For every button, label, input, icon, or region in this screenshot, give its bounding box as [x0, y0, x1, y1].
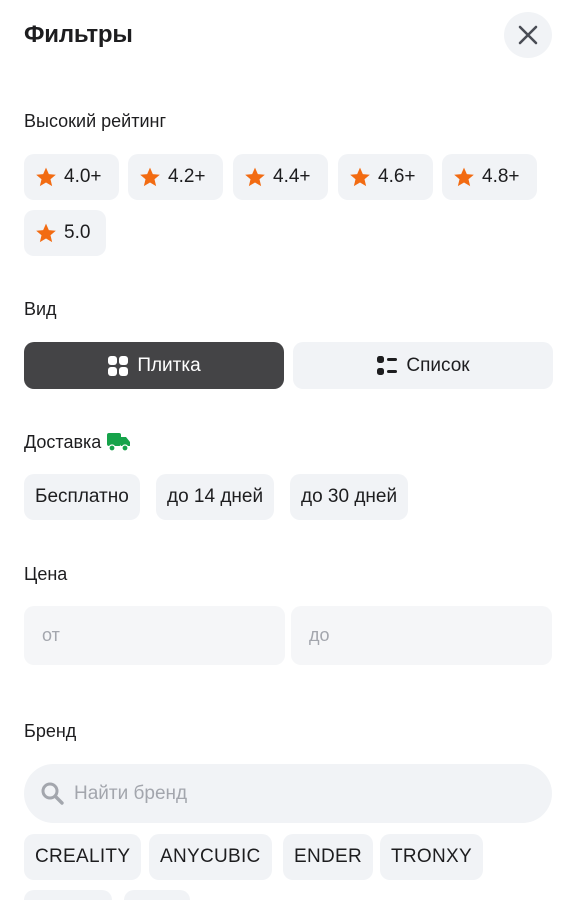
rating-chip-5-0[interactable]: 5.0 [24, 210, 106, 256]
close-button[interactable] [504, 12, 552, 58]
brand-chip[interactable] [124, 890, 190, 900]
list-icon [377, 355, 398, 375]
view-tile-button[interactable]: Плитка [24, 342, 284, 389]
rating-chip-4-2[interactable]: 4.2+ [128, 154, 223, 200]
view-section-title: Вид [24, 299, 57, 319]
brand-chip-ender[interactable]: ENDER [283, 834, 374, 880]
star-icon [350, 167, 370, 187]
close-icon [518, 25, 538, 45]
price-section-title: Цена [24, 564, 68, 584]
rating-chip-label: 4.0+ [64, 166, 102, 187]
rating-chip-label: 5.0 [64, 222, 91, 243]
rating-chip-4-6[interactable]: 4.6+ [338, 154, 433, 200]
delivery-chip-label: до 14 дней [167, 486, 264, 507]
rating-chip-4-0[interactable]: 4.0+ [24, 154, 119, 200]
rating-chip-label: 4.8+ [482, 166, 520, 187]
delivery-chip-30-days[interactable]: до 30 дней [290, 474, 409, 520]
brand-chip-label: ENDER [294, 846, 363, 867]
delivery-chip-label: до 30 дней [301, 486, 398, 507]
delivery-title-text: Доставка [24, 431, 102, 452]
rating-chip-4-8[interactable]: 4.8+ [442, 154, 537, 200]
view-tile-label: Плитка [137, 354, 201, 376]
brand-chip-anycubic[interactable]: ANYCUBIC [149, 834, 272, 880]
brand-search-input[interactable] [74, 782, 514, 805]
delivery-truck-icon [107, 433, 131, 452]
price-to-input[interactable] [291, 606, 552, 665]
brand-chip-label: TRONXY [391, 846, 472, 867]
star-icon [140, 167, 160, 187]
page-title: Фильтры [24, 21, 133, 48]
brand-search[interactable] [24, 764, 552, 823]
delivery-chip-14-days[interactable]: до 14 дней [156, 474, 275, 520]
rating-chip-label: 4.4+ [273, 166, 311, 187]
filters-header: Фильтры [24, 12, 552, 60]
brand-chip-creality[interactable]: CREALITY [24, 834, 142, 880]
rating-section-title: Высокий рейтинг [24, 111, 167, 131]
delivery-section-title: Доставка [24, 431, 132, 453]
view-list-button[interactable]: Список [293, 342, 553, 389]
star-icon [36, 167, 56, 187]
rating-chip-4-4[interactable]: 4.4+ [233, 154, 328, 200]
view-list-label: Список [406, 354, 470, 376]
rating-chip-label: 4.6+ [378, 166, 416, 187]
grid-icon [108, 355, 129, 376]
price-from-input[interactable] [24, 606, 285, 665]
brand-chip-label: CREALITY [35, 846, 131, 867]
brand-chip[interactable] [24, 890, 112, 900]
delivery-chip-label: Бесплатно [35, 486, 129, 507]
star-icon [454, 167, 474, 187]
delivery-chip-free[interactable]: Бесплатно [24, 474, 140, 520]
brand-chip-label: ANYCUBIC [160, 846, 261, 867]
rating-chip-label: 4.2+ [168, 166, 206, 187]
star-icon [245, 167, 265, 187]
brand-section-title: Бренд [24, 721, 77, 741]
star-icon [36, 223, 56, 243]
brand-chip-tronxy[interactable]: TRONXY [380, 834, 483, 880]
search-icon [41, 782, 64, 805]
